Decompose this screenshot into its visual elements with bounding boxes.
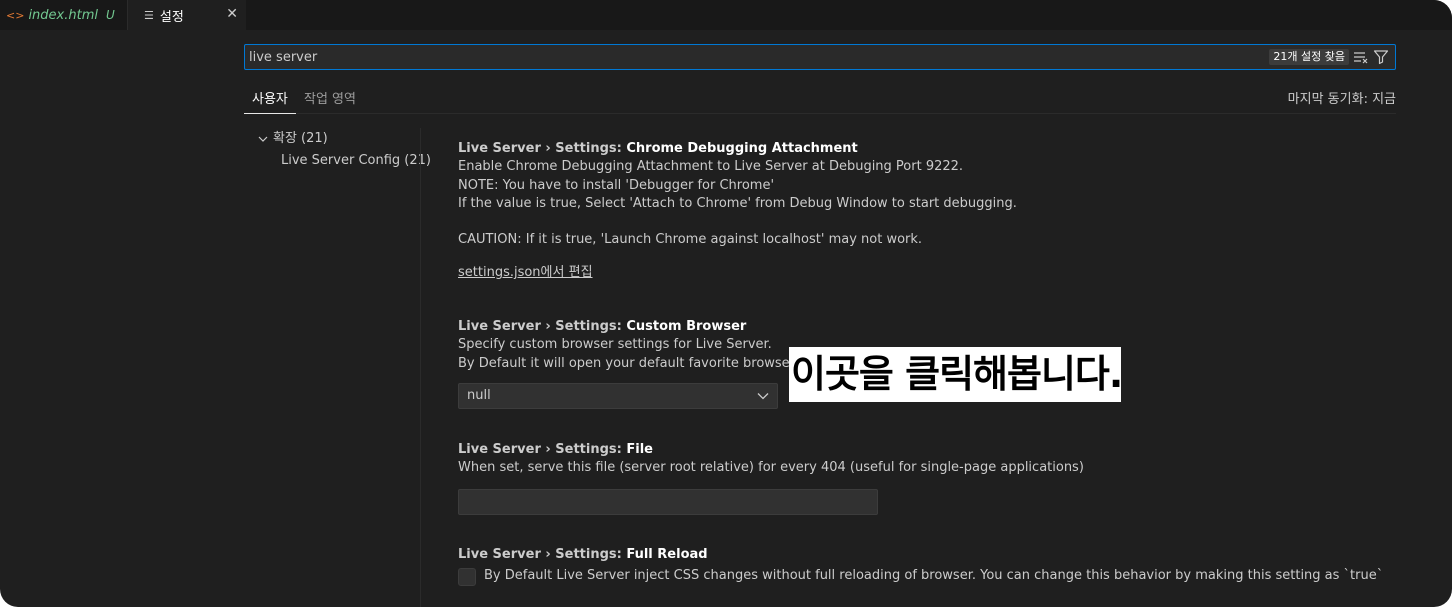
toc-group-label: 확장 (21) [273, 131, 328, 146]
custom-browser-select[interactable]: null [458, 383, 778, 409]
setting-title: Live Server › Settings: Full Reload [458, 547, 708, 562]
file-input[interactable] [458, 489, 878, 515]
search-result-count: 21개 설정 찾음 [1269, 49, 1349, 65]
tab-settings[interactable]: ☰ 설정 ✕ [128, 0, 246, 30]
close-icon[interactable]: ✕ [226, 6, 238, 22]
filter-icon[interactable] [1373, 49, 1389, 65]
setting-description: Enable Chrome Debugging Attachment to Li… [458, 159, 964, 174]
setting-description: By Default Live Server inject CSS change… [484, 568, 1384, 583]
chevron-down-icon [757, 393, 769, 400]
untracked-badge: U [105, 8, 115, 22]
setting-file: Live Server › Settings: File When set, s… [458, 441, 1398, 515]
toc-item-live-server-config[interactable]: Live Server Config (21) [244, 150, 431, 172]
tab-label: index.html [28, 7, 98, 23]
setting-title: Live Server › Settings: Custom Browser [458, 319, 747, 334]
setting-description: NOTE: You have to install 'Debugger for … [458, 177, 775, 193]
chevron-down-icon [258, 136, 268, 142]
setting-description: When set, serve this file (server root r… [458, 460, 1084, 475]
setting-description: CAUTION: If it is true, 'Launch Chrome a… [458, 231, 923, 247]
settings-search: 21개 설정 찾음 [244, 44, 1396, 70]
tab-workspace[interactable]: 작업 영역 [304, 88, 356, 107]
clear-filter-icon[interactable] [1353, 49, 1369, 65]
setting-title: Live Server › Settings: Chrome Debugging… [458, 141, 858, 156]
tab-label: 설정 [159, 9, 184, 25]
tab-user[interactable]: 사용자 [252, 88, 288, 107]
sync-status: 마지막 동기화: 지금 [1287, 92, 1396, 107]
settings-file-icon: ☰ [144, 8, 154, 22]
search-input[interactable] [249, 45, 1149, 69]
click-here-annotation: 이곳을 클릭해봅니다. [789, 347, 1123, 402]
full-reload-checkbox[interactable] [458, 568, 476, 586]
settings-scope-tabs: 사용자 작업 영역 마지막 동기화: 지금 [244, 84, 1396, 114]
select-value: null [467, 388, 491, 403]
toc-divider [420, 128, 421, 607]
setting-full-reload: Live Server › Settings: Full Reload By D… [458, 546, 1398, 587]
settings-editor-window: <> index.html U ☰ 설정 ✕ 21개 설정 찾음 사용자 작업 … [0, 0, 1452, 607]
setting-description: If the value is true, Select 'Attach to … [458, 196, 1017, 211]
edit-in-settings-json-link[interactable]: settings.json에서 편집 [458, 261, 593, 280]
setting-title: Live Server › Settings: File [458, 442, 653, 457]
toc-group-extensions[interactable]: 확장 (21) [244, 128, 420, 150]
setting-chrome-debugging-attachment: Live Server › Settings: Chrome Debugging… [458, 140, 1398, 280]
settings-toc: 확장 (21) Live Server Config (21) [244, 128, 431, 172]
active-tab-indicator [244, 113, 296, 114]
editor-tab-bar: <> index.html U ☰ 설정 ✕ [0, 0, 1452, 30]
full-reload-row: By Default Live Server inject CSS change… [458, 567, 1398, 587]
html-file-icon: <> [6, 8, 25, 22]
tab-index-html[interactable]: <> index.html U [0, 0, 128, 30]
